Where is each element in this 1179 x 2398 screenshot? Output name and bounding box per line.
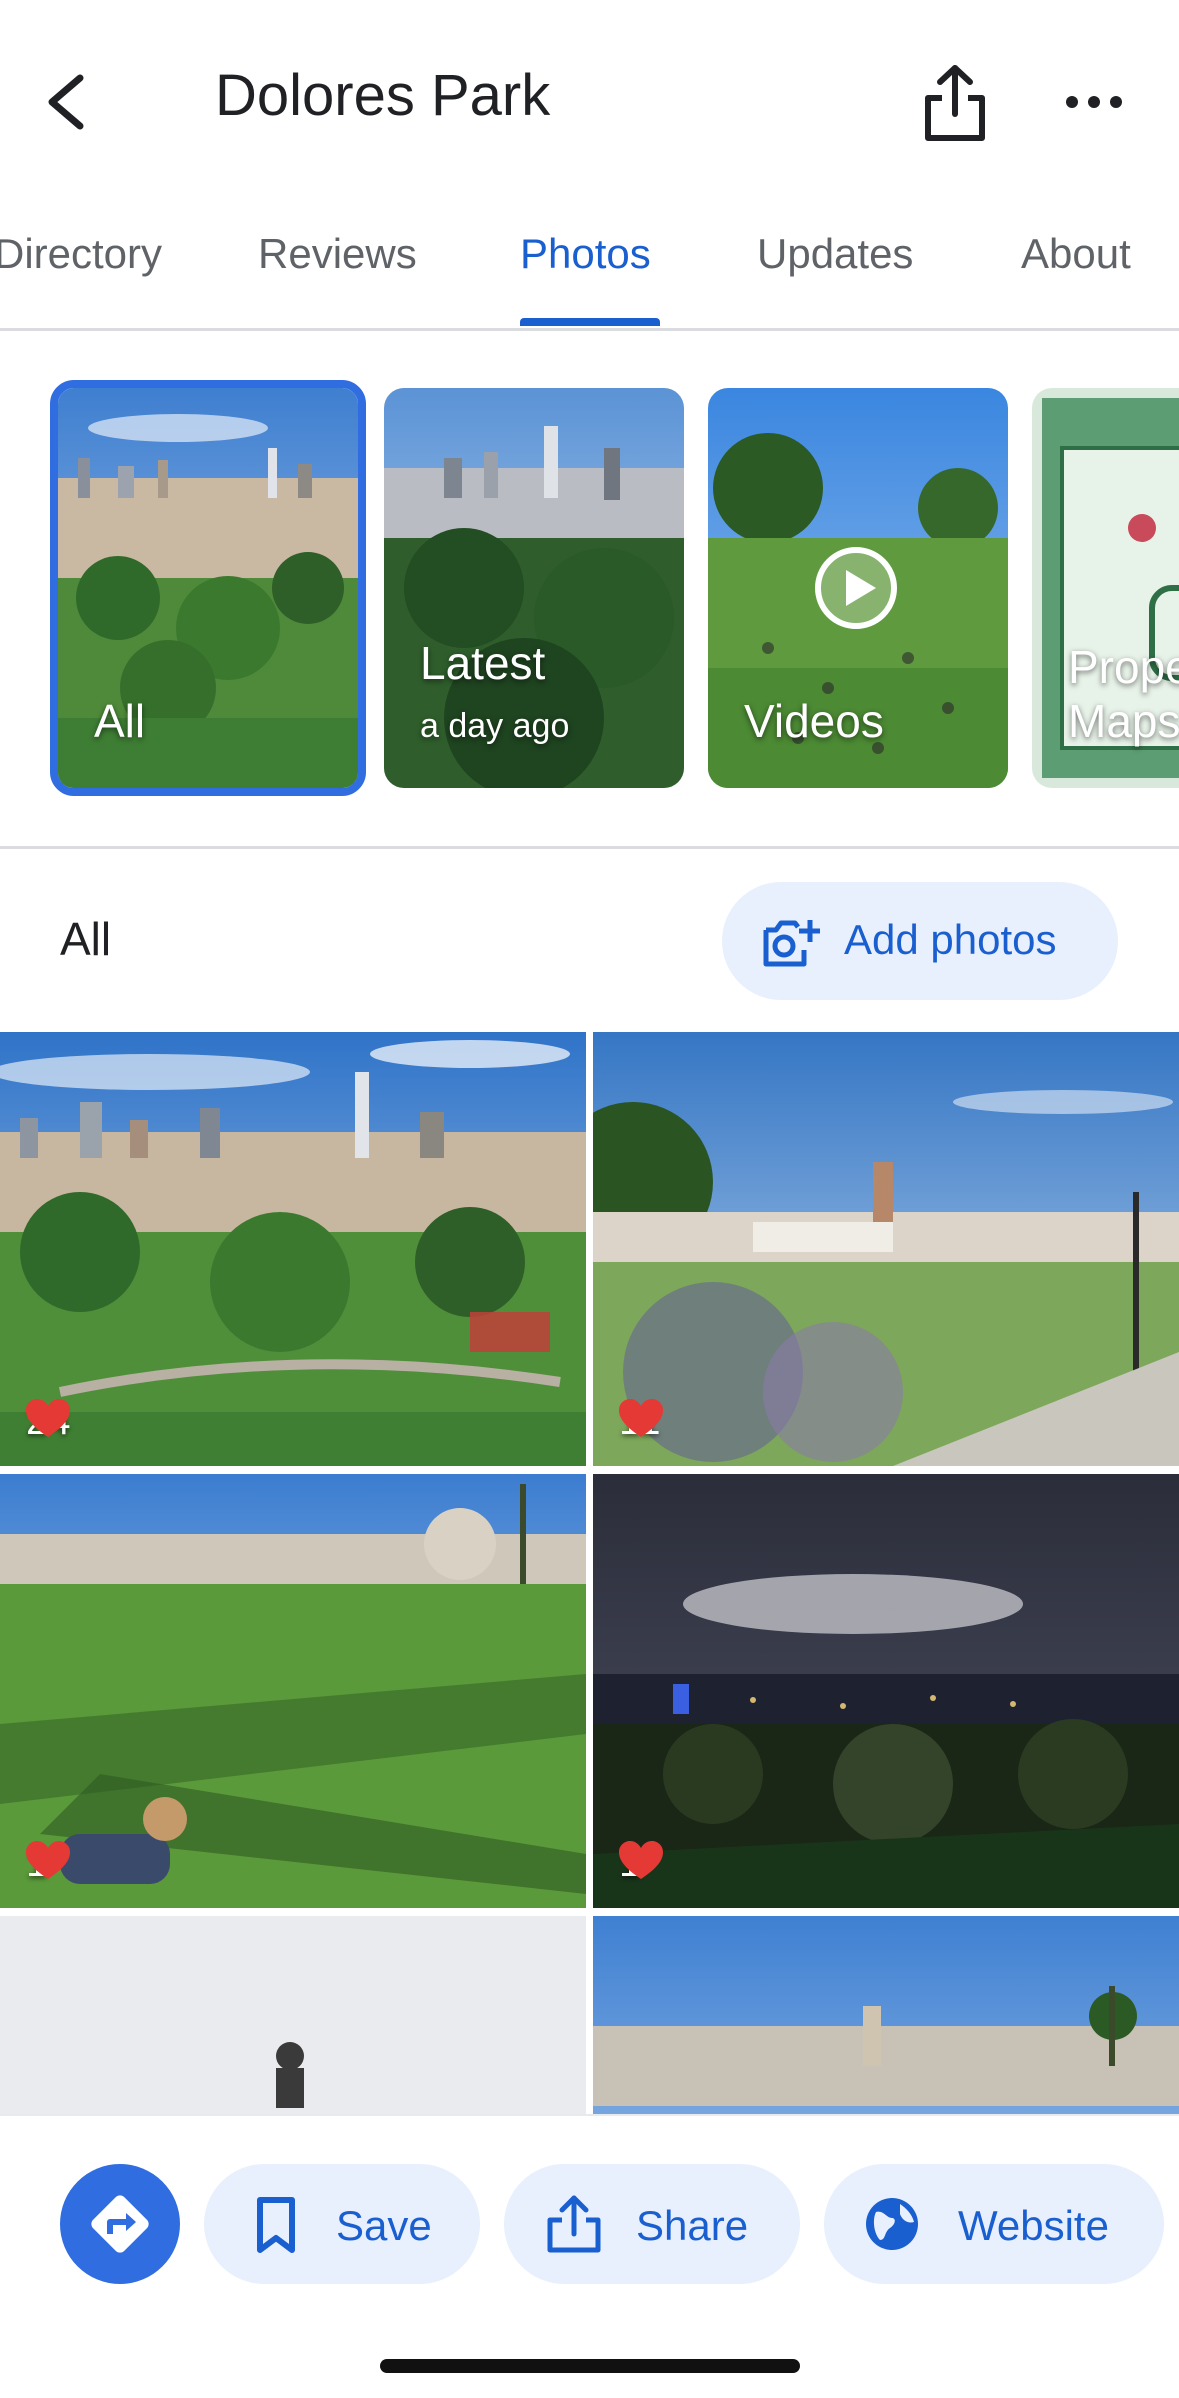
likes-badge: 24	[26, 1399, 71, 1444]
share-button[interactable]: Share	[504, 2164, 800, 2284]
chevron-left-icon	[48, 74, 84, 130]
album-sublabel-latest: a day ago	[420, 707, 570, 745]
likes-badge: 1	[619, 1841, 663, 1886]
photo-tile[interactable]: 1	[0, 1474, 586, 1908]
website-label: Website	[958, 2202, 1109, 2249]
bottom-action-bar: Save Share Website	[0, 2114, 1179, 2398]
album-property-maps[interactable]: Prope Maps	[1032, 388, 1179, 788]
photo-park-hill	[593, 1032, 1179, 1466]
album-all[interactable]: All	[50, 380, 366, 796]
album-label-videos: Videos	[744, 695, 884, 747]
add-photos-label: Add photos	[844, 916, 1057, 963]
save-label: Save	[336, 2202, 432, 2249]
home-indicator	[380, 2359, 800, 2373]
heart-icon	[619, 1399, 663, 1437]
website-button[interactable]: Website	[824, 2164, 1164, 2284]
album-latest[interactable]: Latest a day ago	[384, 388, 684, 788]
back-button[interactable]	[38, 62, 98, 142]
likes-badge: 11	[619, 1399, 663, 1444]
tab-about[interactable]: About	[1021, 220, 1131, 328]
album-label-all: All	[94, 695, 146, 747]
album-videos[interactable]: Videos	[708, 388, 1008, 788]
photo-night-city	[593, 1474, 1179, 1908]
more-horizontal-icon	[1066, 96, 1122, 108]
photo-tile[interactable]: 1	[593, 1474, 1179, 1908]
photo-tile[interactable]: 24	[0, 1032, 586, 1466]
page-title: Dolores Park	[215, 63, 551, 128]
photo-grid[interactable]: 24 11	[0, 1032, 1179, 2114]
tab-photos[interactable]: Photos	[520, 220, 651, 328]
top-app-bar: Dolores Park	[0, 0, 1179, 200]
more-options-button[interactable]	[1062, 70, 1126, 134]
share-top-button[interactable]	[918, 60, 992, 144]
section-title: All	[60, 913, 112, 965]
tab-reviews[interactable]: Reviews	[258, 220, 417, 328]
add-photos-button[interactable]: Add photos	[722, 882, 1118, 1000]
heart-icon	[26, 1841, 70, 1879]
photo-tile[interactable]: 11	[593, 1032, 1179, 1466]
photo-city-skyline	[0, 1032, 586, 1466]
divider	[0, 846, 1179, 849]
album-label-latest: Latest	[420, 637, 546, 689]
globe-icon	[866, 2198, 918, 2250]
play-icon	[815, 547, 897, 629]
photo-lawn-dog	[0, 1474, 586, 1908]
heart-icon	[26, 1399, 70, 1437]
album-label-maps-line1: Prope	[1068, 641, 1179, 693]
photo-tile[interactable]	[0, 1916, 586, 2114]
tab-updates[interactable]: Updates	[757, 220, 913, 328]
photo-overcast	[0, 1916, 586, 2114]
active-tab-indicator	[520, 318, 660, 326]
album-label-maps-line2: Maps	[1068, 695, 1179, 747]
photo-sunny-rooftops	[593, 1916, 1179, 2114]
save-button[interactable]: Save	[204, 2164, 480, 2284]
photo-tile[interactable]	[593, 1916, 1179, 2114]
bookmark-icon	[257, 2197, 295, 2253]
tab-directory[interactable]: Directory	[0, 220, 162, 328]
share-icon	[547, 2195, 601, 2253]
heart-icon	[619, 1841, 663, 1879]
add-photo-icon	[763, 920, 820, 967]
likes-badge: 1	[26, 1841, 70, 1886]
directions-icon	[91, 2195, 149, 2253]
album-carousel[interactable]: All Latest a day ago Videos Prope Maps	[0, 380, 1179, 800]
share-icon	[925, 65, 985, 141]
tab-bar: Directory Reviews Photos Updates About	[0, 220, 1179, 331]
share-label: Share	[636, 2202, 749, 2249]
directions-button[interactable]	[60, 2164, 180, 2284]
